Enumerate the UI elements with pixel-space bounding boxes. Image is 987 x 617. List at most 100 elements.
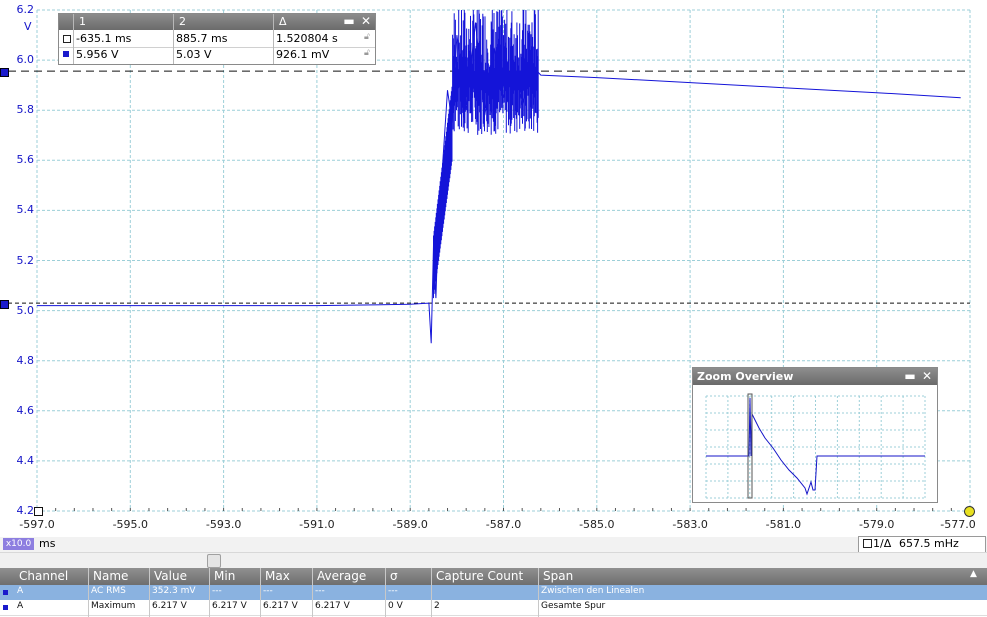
col-sigma[interactable]: σ [390,569,398,583]
zoom-factor-badge[interactable]: x10.0 [3,538,34,550]
time-ruler-icon [63,35,71,43]
divider [431,568,432,617]
divider [73,14,74,64]
frequency-value: 657.5 mHz [899,537,959,550]
col-max[interactable]: Max [265,569,290,583]
divider [385,568,386,617]
x-tick-label: -587.0 [485,518,522,531]
x-tick-label: -585.0 [579,518,615,531]
minimize-icon[interactable]: ▬ [903,369,917,384]
measurement-average: --- [315,586,325,596]
ruler-col-delta: Δ [279,15,287,28]
measurement-channel: A [17,586,24,596]
minimize-icon[interactable]: ▬ [342,14,356,29]
measurement-channel: A [17,601,24,611]
y-tick-label: 4.6 [16,403,35,417]
measurement-value: 352.3 mV [152,586,196,596]
measurement-sigma: --- [388,586,398,596]
divider [88,568,89,617]
zoom-overview-titlebar: Zoom Overview ▬ ✕ [693,368,937,385]
divider [209,568,210,617]
channel-a-icon [3,605,8,610]
y-tick-label: 4.8 [16,353,35,367]
divider [312,568,313,617]
y-tick-label: 4.4 [16,453,35,467]
time-ruler-end-handle[interactable] [964,506,975,517]
y-tick-label: 4.2 [16,504,35,517]
frequency-readout: 1/Δ 657.5 mHz [858,536,986,553]
zoom-overview-panel[interactable]: Zoom Overview ▬ ✕ [692,367,938,503]
time-axis-unit: ms [39,537,56,550]
trace-burst [433,10,539,299]
time-ruler-icon [863,539,872,548]
ruler-time-2: 885.7 ms [176,32,228,45]
close-icon[interactable]: ✕ [920,369,934,384]
measurement-value: 6.217 V [152,601,187,611]
zoom-overview-thumbnail[interactable] [693,386,937,502]
measurements-table[interactable]: Channel Name Value Min Max Average σ Cap… [0,568,987,617]
divider [260,568,261,617]
col-channel[interactable]: Channel [19,569,68,583]
scroll-up-icon[interactable]: ▲ [970,569,977,579]
ruler-volt-2: 5.03 V [176,48,212,61]
ruler-time-delta: 1.520804 s [276,32,338,45]
x-tick-label: -591.0 [299,518,335,531]
measurement-min: 6.217 V [212,601,247,611]
measurement-max: 6.217 V [263,601,298,611]
ruler-volt-delta: 926.1 mV [276,48,330,61]
measurement-min: --- [212,586,222,596]
divider [273,14,274,64]
x-tick-label: -593.0 [205,518,242,531]
col-capture-count[interactable]: Capture Count [436,569,523,583]
y-axis-unit: V [24,20,32,33]
measurement-capture-count: 2 [434,601,440,611]
ruler-col-1: 1 [79,15,86,28]
frequency-label: 1/Δ [873,537,892,550]
lock-icon[interactable]: 🔓︎ [364,48,370,58]
ruler-row-time: -635.1 ms 885.7 ms 1.520804 s 🔓︎ [59,31,375,48]
lock-icon[interactable]: 🔓︎ [364,32,370,42]
scope-view[interactable]: V 6.2 6.0 5.8 5.6 5.4 5.2 5.0 4.8 4.6 4.4 4.2 -597… [0,0,987,537]
horizontal-scrollbar[interactable] [0,552,987,569]
col-min[interactable]: Min [214,569,235,583]
x-tick-label: -583.0 [672,518,708,531]
divider [173,14,174,64]
col-average[interactable]: Average [317,569,366,583]
y-tick-label: 6.0 [16,53,35,67]
x-tick-label: -581.0 [765,518,802,531]
ruler-row-voltage: 5.956 V 5.03 V 926.1 mV 🔓︎ [59,47,375,63]
time-ruler-start-handle[interactable] [34,507,43,516]
ruler-col-2: 2 [179,15,186,28]
x-tick-label: -579.0 [858,518,895,531]
col-name[interactable]: Name [93,569,128,583]
y-tick-label: 6.2 [16,3,35,16]
measurement-max: --- [263,586,273,596]
y-tick-label: 5.2 [16,253,35,267]
measurement-name: Maximum [91,601,136,611]
zoom-overview-title: Zoom Overview [697,370,794,383]
col-span[interactable]: Span [543,569,573,583]
close-icon[interactable]: ✕ [359,14,373,29]
noise-burst [433,10,539,299]
y-tick-label: 5.4 [16,203,35,217]
measurement-span: Gesamte Spur [541,601,606,611]
cursor-1-handle[interactable] [0,68,9,77]
x-tick-label: -577.0 [940,518,976,531]
time-axis-bar [0,537,987,552]
ruler-table-header: 1 2 Δ ▬ ✕ [59,14,375,30]
x-tick-label: -595.0 [112,518,149,531]
y-tick-label: 5.6 [16,153,35,167]
measurement-average: 6.217 V [315,601,350,611]
measurement-name: AC RMS [91,586,126,596]
ruler-volt-1: 5.956 V [76,48,119,61]
channel-a-icon [63,51,69,57]
measurement-span: Zwischen den Linealen [541,586,645,596]
col-value[interactable]: Value [154,569,187,583]
ruler-table[interactable]: 1 2 Δ ▬ ✕ -635.1 ms 885.7 ms 1.520804 s … [58,13,376,65]
cursor-2-handle[interactable] [0,300,9,309]
divider [149,568,150,617]
scrollbar-thumb[interactable] [207,554,221,568]
divider [538,568,539,617]
x-tick-label: -597.0 [19,518,55,531]
measurement-sigma: 0 V [388,601,403,611]
